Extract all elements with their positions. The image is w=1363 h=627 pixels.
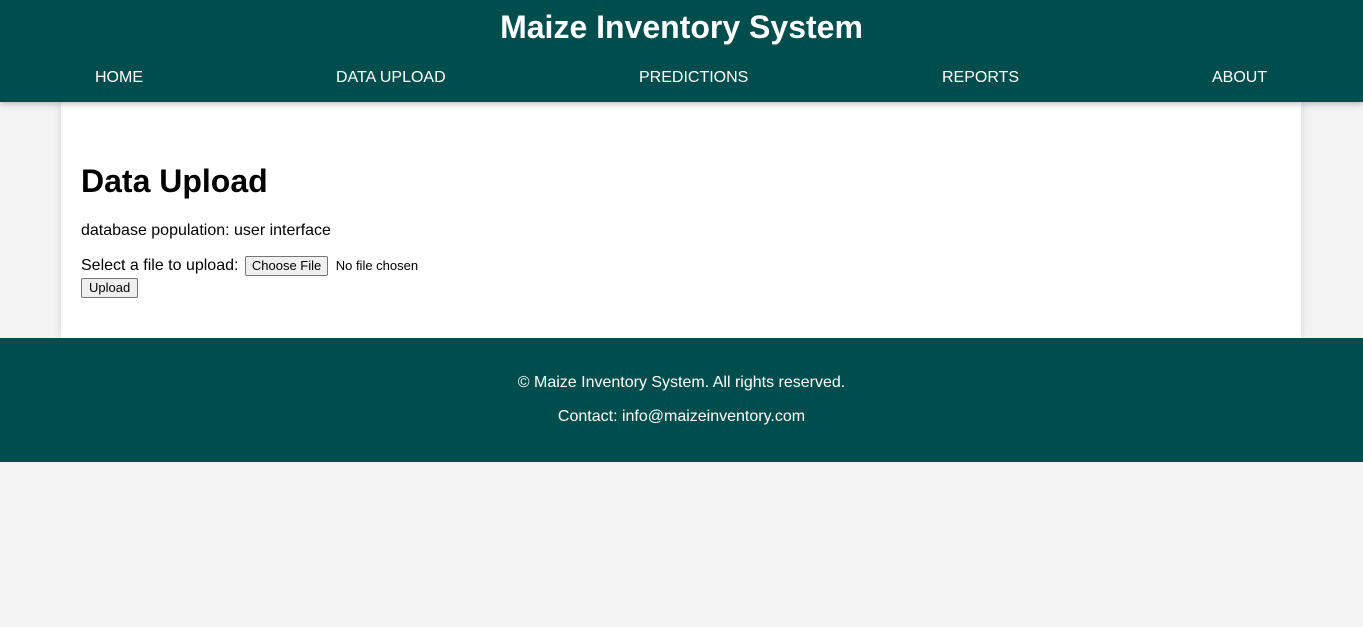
site-footer: © Maize Inventory System. All rights res… [0,338,1363,462]
nav-about[interactable]: ABOUT [1212,68,1267,88]
footer-copyright: © Maize Inventory System. All rights res… [517,374,846,391]
page-title: Data Upload [81,163,268,199]
nav-reports[interactable]: REPORTS [942,68,1019,88]
nav-predictions[interactable]: PREDICTIONS [639,68,748,88]
site-header: Maize Inventory System HOME DATA UPLOAD … [0,0,1363,102]
main-content: Data Upload database population: user in… [61,102,1301,338]
file-status: No file chosen [335,258,419,273]
upload-form-row: Select a file to upload: Choose File No … [81,256,418,278]
page-description: database population: user interface [81,222,331,239]
nav-data-upload[interactable]: DATA UPLOAD [336,68,446,88]
main-nav: HOME DATA UPLOAD PREDICTIONS REPORTS ABO… [0,68,1363,88]
upload-label: Select a file to upload: [81,257,239,274]
site-title: Maize Inventory System [500,9,863,45]
choose-file-button[interactable]: Choose File [244,256,329,276]
nav-home[interactable]: HOME [95,68,143,88]
footer-contact: Contact: info@maizeinventory.com [557,408,806,425]
upload-button[interactable]: Upload [81,278,139,298]
